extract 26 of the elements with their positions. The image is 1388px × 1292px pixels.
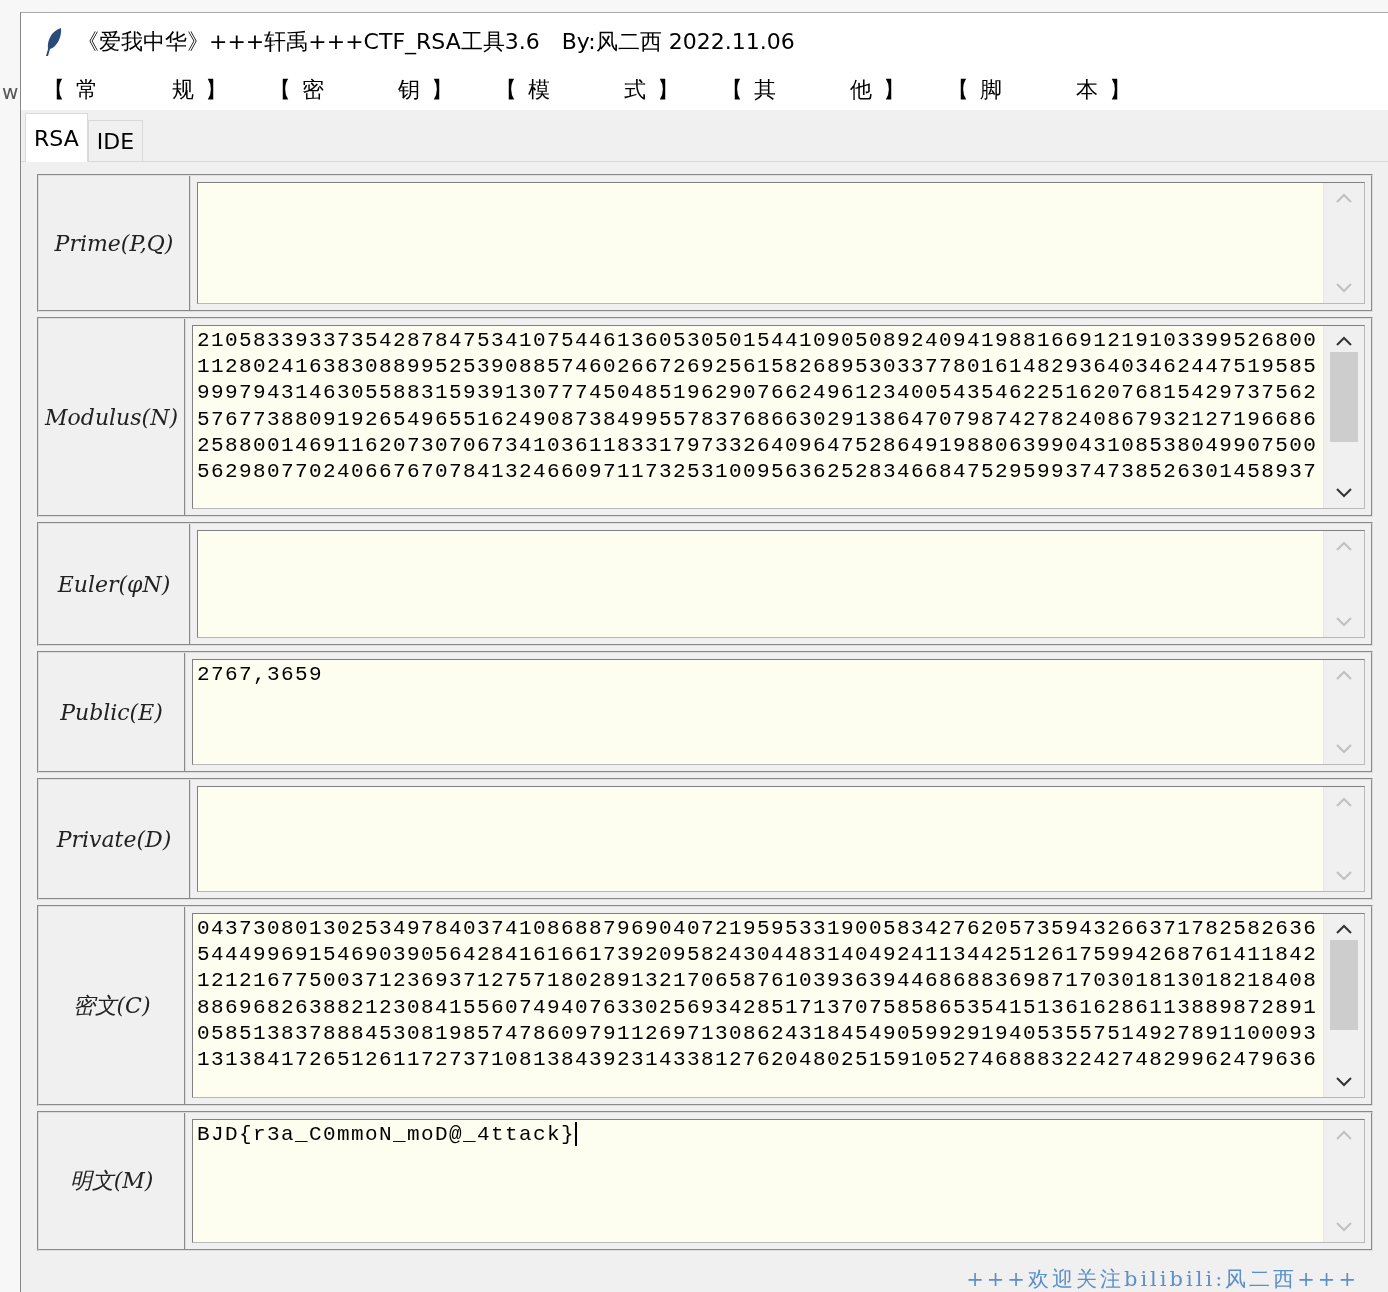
field-label: 密文(C): [72, 991, 151, 1020]
field-label: Euler(φN): [57, 571, 171, 597]
scroll-thumb[interactable]: [1330, 352, 1358, 442]
field-label: Modulus(N): [45, 404, 178, 430]
field-label: Public(E): [60, 699, 163, 725]
field-label: 明文(M): [69, 1167, 154, 1195]
window-title: 《爱我中华》+++轩禹+++CTF_RSA工具3.6 By:风二西 2022.11.06: [77, 27, 795, 57]
text-cursor: [575, 1122, 578, 1147]
background-text: w: [2, 80, 20, 104]
scroll-down-icon[interactable]: [1336, 1077, 1352, 1087]
tab[interactable]: IDE: [87, 120, 144, 161]
menu-item[interactable]: 【 模 式 】: [495, 74, 681, 105]
tab[interactable]: RSA: [25, 113, 88, 162]
text-field[interactable]: 043730801302534978403741086887969040721959533190058342762057359432663717825826365444996915469039056428416166173920958243044831404924113442512617599426876141184212121677500371236937127571802891321706587610393639446868836987170301813018218408886968263882123084155607494076330256934285171370758586535415136162861138898728910585138378884530819857478609791126971308624318454905992919405355751492789110009313138417265126117273710813843923143381276204802515910527468883224274829962479636: [192, 913, 1365, 1098]
menu-item[interactable]: 【 其 他 】: [721, 74, 907, 105]
footer-text: +++欢迎关注bilibili:风二西+++: [966, 1266, 1359, 1292]
scroll-thumb[interactable]: [1330, 940, 1358, 1030]
menu-item[interactable]: 【 密 钥 】: [269, 74, 455, 105]
text-field[interactable]: 210583393373542878475341075446136053050154410905089240941988166912191033995268001128024163830889952539088574602667269256158268953033778016148293640346244751958599979431463055883159391307774504851962907662496123400543546225162076815429737562576773880919265496551624908738499557837686630291386470798742782408679321271966862588001469116207307067341036118331797332640964752864919880639904310853804990750056298077024066767078413246609711732531009563625283466847529599374738526301458937: [192, 325, 1365, 509]
field-label: Private(D): [56, 826, 172, 852]
scroll-up-icon[interactable]: [1336, 336, 1352, 346]
scroll-up-icon[interactable]: [1336, 924, 1352, 934]
scroll-down-icon[interactable]: [1336, 488, 1352, 498]
menu-item[interactable]: 【 常 规 】: [43, 74, 229, 105]
menu-item[interactable]: 【 脚 本 】: [947, 74, 1133, 105]
field-label: Prime(P,Q): [54, 230, 174, 256]
